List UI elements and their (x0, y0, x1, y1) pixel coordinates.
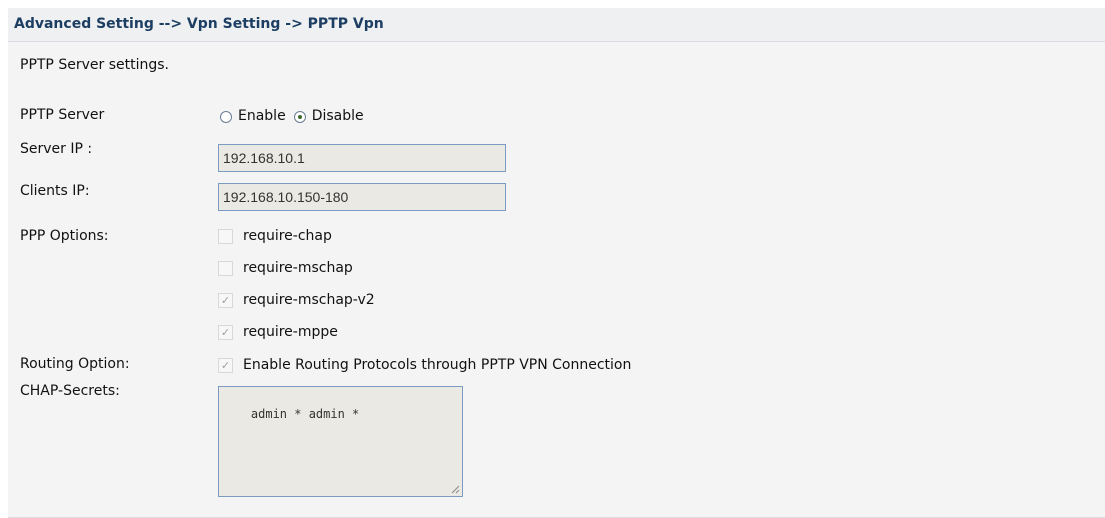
require-mschap-label: require-mschap (243, 260, 353, 276)
pptp-server-radio-group: Enable Disable (220, 106, 372, 126)
server-ip-label: Server IP : (20, 141, 93, 157)
breadcrumb: Advanced Setting --> Vpn Setting -> PPTP… (14, 16, 384, 32)
require-chap-checkbox[interactable] (218, 228, 233, 244)
enable-routing-checkbox[interactable]: ✓ (218, 357, 233, 373)
disable-radio-label[interactable]: Disable (312, 108, 364, 124)
resize-grip-icon[interactable] (450, 484, 460, 494)
pptp-server-label: PPTP Server (20, 107, 105, 123)
require-mschap-v2-checkbox[interactable]: ✓ (218, 292, 233, 308)
ppp-options-label: PPP Options: (20, 228, 109, 244)
clients-ip-input[interactable]: 192.168.10.150-180 (218, 183, 506, 211)
require-mschap-v2-label: require-mschap-v2 (243, 292, 375, 308)
require-chap-label: require-chap (243, 228, 332, 244)
routing-option-label: Routing Option: (20, 356, 130, 372)
clients-ip-label: Clients IP: (20, 183, 90, 199)
enable-routing-label: Enable Routing Protocols through PPTP VP… (243, 357, 632, 373)
chap-secrets-label: CHAP-Secrets: (20, 383, 120, 399)
option-require-chap: require-chap (218, 226, 332, 246)
page-header: Advanced Setting --> Vpn Setting -> PPTP… (8, 8, 1105, 42)
chap-secrets-text: admin * admin * (250, 407, 360, 421)
option-require-mschap: require-mschap (218, 258, 353, 278)
checkmark-icon: ✓ (220, 358, 231, 372)
option-require-mschap-v2: ✓ require-mschap-v2 (218, 290, 375, 310)
require-mppe-checkbox[interactable]: ✓ (218, 324, 233, 340)
require-mppe-label: require-mppe (243, 324, 338, 340)
disable-radio[interactable] (293, 111, 306, 123)
chap-secrets-textarea[interactable]: admin * admin * (218, 386, 463, 497)
require-mschap-checkbox[interactable] (218, 260, 233, 276)
option-require-mppe: ✓ require-mppe (218, 322, 338, 342)
checkmark-icon: ✓ (220, 325, 231, 339)
radio-selected-dot (297, 115, 302, 119)
pptp-vpn-panel: Advanced Setting --> Vpn Setting -> PPTP… (8, 8, 1105, 518)
enable-radio[interactable] (220, 111, 232, 123)
enable-radio-label[interactable]: Enable (238, 108, 286, 124)
section-title: PPTP Server settings. (20, 57, 169, 73)
checkmark-icon: ✓ (220, 293, 231, 307)
server-ip-input[interactable]: 192.168.10.1 (218, 144, 506, 172)
option-enable-routing: ✓ Enable Routing Protocols through PPTP … (218, 355, 631, 375)
